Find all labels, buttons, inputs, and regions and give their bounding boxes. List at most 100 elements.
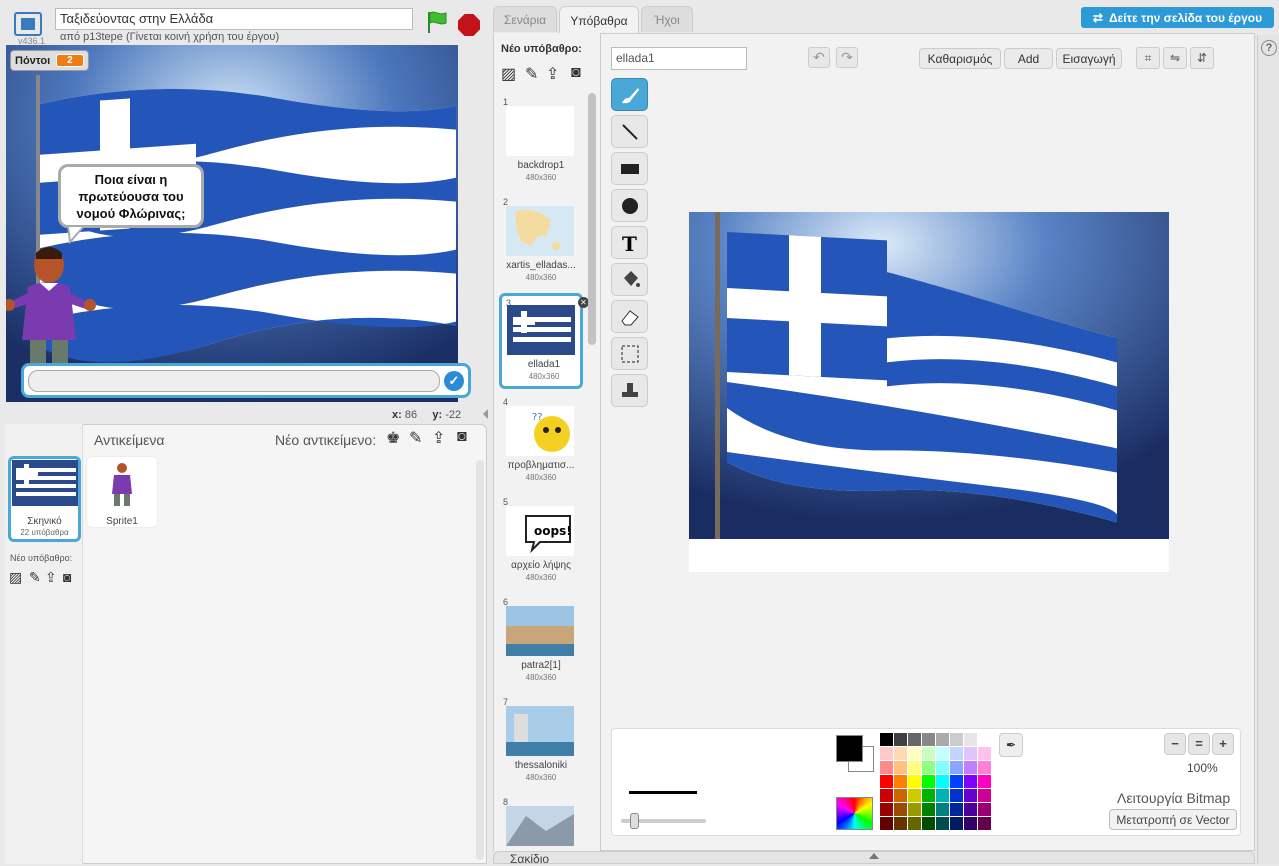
backdrop-item[interactable]: 6 patra2[1] 480x360	[499, 595, 583, 691]
tab-sounds[interactable]: Ήχοι	[641, 6, 693, 32]
palette-swatch[interactable]	[908, 761, 921, 774]
palette-swatch[interactable]	[894, 789, 907, 802]
palette-swatch[interactable]	[908, 775, 921, 788]
add-button[interactable]: Add	[1004, 48, 1053, 69]
backdrop-item[interactable]: 4 ?? προβληματισ... 480x360	[499, 395, 583, 491]
flip-vertical-icon[interactable]: ⇵	[1190, 47, 1214, 69]
line-tool-icon[interactable]	[611, 115, 648, 148]
palette-swatch[interactable]	[964, 733, 977, 746]
palette-swatch[interactable]	[936, 817, 949, 830]
palette-swatch[interactable]	[936, 761, 949, 774]
palette-swatch[interactable]	[950, 747, 963, 760]
palette-swatch[interactable]	[922, 761, 935, 774]
palette-swatch[interactable]	[950, 775, 963, 788]
backdrop-item[interactable]: 7 thessaloniki 480x360	[499, 695, 583, 791]
palette-swatch[interactable]	[922, 789, 935, 802]
paint-new-sprite-icon[interactable]: ✎	[409, 428, 422, 448]
backdrop-item[interactable]: 1 backdrop1 480x360	[499, 95, 583, 191]
palette-swatch[interactable]	[908, 733, 921, 746]
palette-swatch[interactable]	[950, 733, 963, 746]
backdrop-item[interactable]: 5 oops! αρχείο λήψης 480x360	[499, 495, 583, 591]
undo-icon[interactable]: ↶	[808, 47, 830, 68]
zoom-out-icon[interactable]: −	[1164, 733, 1186, 755]
primary-color-swatch[interactable]	[836, 735, 863, 762]
palette-swatch[interactable]	[880, 761, 893, 774]
see-project-page-button[interactable]: ⇄ Δείτε την σελίδα του έργου	[1081, 7, 1274, 28]
palette-swatch[interactable]	[936, 789, 949, 802]
backdrop-item[interactable]: 2 xartis_elladas... 480x360	[499, 195, 583, 291]
brush-size-slider-handle[interactable]	[630, 813, 639, 829]
backpack-expand-arrow-icon[interactable]	[869, 853, 879, 859]
color-picker-swatch[interactable]	[836, 797, 873, 830]
stamp-tool-icon[interactable]	[611, 374, 648, 407]
tab-backdrops[interactable]: Υπόβαθρα	[559, 6, 639, 34]
camera-backdrop-icon[interactable]: ◙	[63, 569, 71, 585]
palette-swatch[interactable]	[936, 803, 949, 816]
backdrop-item[interactable]: 8	[499, 795, 583, 847]
palette-swatch[interactable]	[908, 803, 921, 816]
palette-swatch[interactable]	[964, 817, 977, 830]
palette-swatch[interactable]	[894, 761, 907, 774]
import-button[interactable]: Εισαγωγή	[1056, 48, 1122, 69]
fullscreen-icon[interactable]	[14, 12, 42, 36]
palette-swatch[interactable]	[964, 775, 977, 788]
help-icon[interactable]: ?	[1261, 40, 1277, 56]
green-flag-icon[interactable]	[425, 10, 449, 34]
eraser-tool-icon[interactable]	[611, 300, 648, 333]
palette-swatch[interactable]	[894, 733, 907, 746]
color-palette[interactable]	[880, 733, 992, 831]
palette-swatch[interactable]	[908, 747, 921, 760]
palette-swatch[interactable]	[894, 775, 907, 788]
palette-swatch[interactable]	[894, 747, 907, 760]
camera-backdrop-icon[interactable]: ◙	[571, 64, 581, 82]
palette-swatch[interactable]	[894, 817, 907, 830]
zoom-in-icon[interactable]: +	[1212, 733, 1234, 755]
help-sidebar[interactable]	[1257, 35, 1279, 864]
palette-swatch[interactable]	[964, 747, 977, 760]
palette-swatch[interactable]	[950, 761, 963, 774]
palette-swatch[interactable]	[936, 733, 949, 746]
backdrop-name-input[interactable]: ellada1	[611, 47, 747, 70]
clear-button[interactable]: Καθαρισμός	[919, 48, 1001, 69]
crop-icon[interactable]: ⌗	[1136, 47, 1160, 69]
ask-answer-input[interactable]	[28, 370, 440, 392]
palette-swatch[interactable]	[880, 747, 893, 760]
ellipse-tool-icon[interactable]	[611, 189, 648, 222]
palette-swatch[interactable]	[922, 817, 935, 830]
camera-icon[interactable]: ◙	[457, 428, 467, 446]
palette-swatch[interactable]	[908, 789, 921, 802]
palette-swatch[interactable]	[880, 789, 893, 802]
palette-swatch[interactable]	[978, 817, 991, 830]
palette-swatch[interactable]	[950, 817, 963, 830]
ask-submit-check-icon[interactable]: ✓	[444, 371, 464, 391]
palette-swatch[interactable]	[922, 775, 935, 788]
palette-swatch[interactable]	[978, 747, 991, 760]
palette-swatch[interactable]	[922, 803, 935, 816]
palette-swatch[interactable]	[922, 733, 935, 746]
palette-swatch[interactable]	[936, 747, 949, 760]
palette-swatch[interactable]	[964, 761, 977, 774]
rectangle-tool-icon[interactable]	[611, 152, 648, 185]
backdrop-library-icon[interactable]: ▨	[9, 569, 22, 586]
paint-backdrop-icon[interactable]: ✎	[29, 569, 41, 586]
palette-swatch[interactable]	[894, 803, 907, 816]
backdrop-library-icon[interactable]: ▨	[501, 64, 516, 84]
palette-swatch[interactable]	[950, 803, 963, 816]
upload-backdrop-icon[interactable]: ⇪	[546, 64, 559, 84]
palette-swatch[interactable]	[964, 789, 977, 802]
palette-swatch[interactable]	[880, 775, 893, 788]
convert-to-vector-button[interactable]: Μετατροπή σε Vector	[1109, 809, 1237, 830]
palette-swatch[interactable]	[978, 803, 991, 816]
palette-swatch[interactable]	[936, 775, 949, 788]
palette-swatch[interactable]	[978, 733, 991, 746]
fill-bucket-tool-icon[interactable]	[611, 263, 648, 296]
backdrop-list-scrollbar[interactable]	[588, 93, 596, 345]
palette-swatch[interactable]	[908, 817, 921, 830]
flip-horizontal-icon[interactable]: ⇋	[1163, 47, 1187, 69]
zoom-reset-icon[interactable]: =	[1188, 733, 1210, 755]
backdrop-item-selected[interactable]: 3 ellada1 480x360	[499, 293, 583, 389]
palette-swatch[interactable]	[978, 775, 991, 788]
palette-swatch[interactable]	[880, 817, 893, 830]
text-tool-icon[interactable]: T	[611, 226, 648, 259]
palette-swatch[interactable]	[880, 803, 893, 816]
